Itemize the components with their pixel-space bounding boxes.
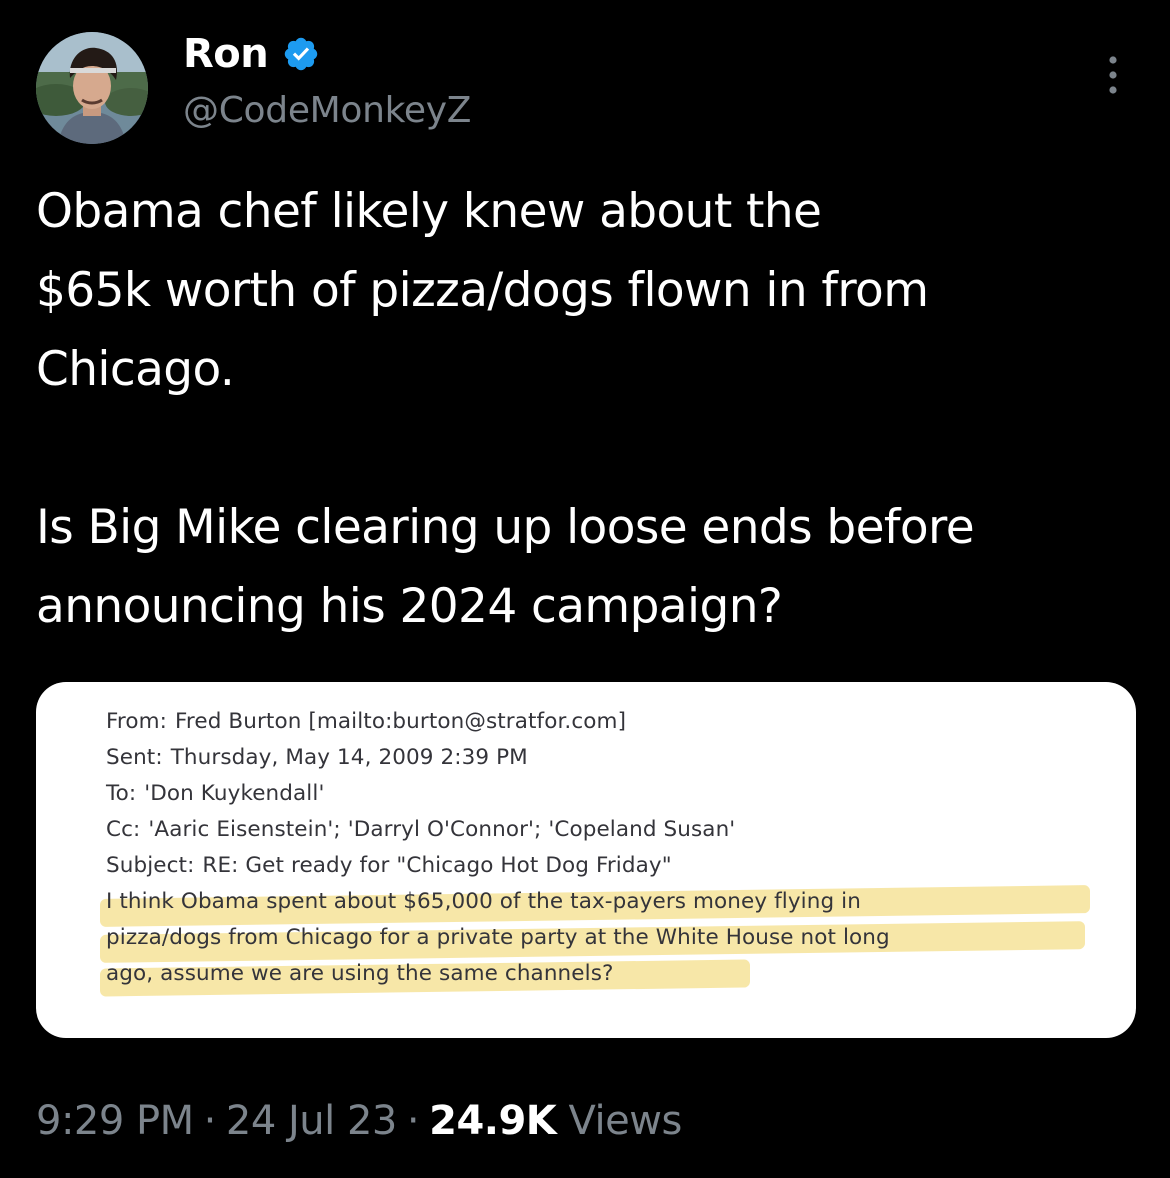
email-subject-row: Subject: RE: Get ready for "Chicago Hot D… [106,848,890,884]
tweet-date[interactable]: 24 Jul 23 [226,1098,398,1144]
views-label[interactable]: Views [569,1098,683,1144]
email-from-row: From: Fred Burton [mailto:burton@stratfor… [106,704,890,740]
email-cc-label: Cc: [106,817,141,842]
avatar[interactable] [36,32,148,144]
tweet-text-line: Chicago. [36,342,235,397]
email-subject-value: RE: Get ready for "Chicago Hot Dog Frida… [202,853,672,878]
email-from-label: From: [106,709,168,734]
email-subject-label: Subject: [106,853,195,878]
tweet-text-line: Is Big Mike clearing up loose ends befor… [36,500,975,555]
separator-dot: · [406,1098,420,1144]
email-screenshot: From: Fred Burton [mailto:burton@stratfor… [100,704,1090,997]
more-vertical-icon [1109,56,1117,94]
tweet-meta: 9:29 PM · 24 Jul 23 · 24.9K Views [36,1098,682,1144]
email-from-value: Fred Burton [mailto:burton@stratfor.com] [175,709,627,734]
separator-dot: · [203,1098,217,1144]
email-body-line: I think Obama spent about $65,000 of the… [100,884,1090,927]
tweet-time[interactable]: 9:29 PM [36,1098,194,1144]
email-sent-row: Sent: Thursday, May 14, 2009 2:39 PM [106,740,890,776]
email-body-line: pizza/dogs from Chicago for a private pa… [100,920,1085,963]
verified-badge-icon [282,35,320,73]
email-sent-label: Sent: [106,745,163,770]
display-name[interactable]: Ron [183,31,269,77]
email-to-row: To: 'Don Kuykendall' [106,776,890,812]
attached-image-card[interactable]: From: Fred Burton [mailto:burton@stratfor… [36,682,1136,1038]
tweet-text-line: announcing his 2024 campaign? [36,579,783,634]
email-to-label: To: [106,781,137,806]
email-body-line: ago, assume we are using the same channe… [100,956,890,997]
more-options-button[interactable] [1098,52,1128,98]
user-handle[interactable]: @CodeMonkeyZ [183,90,471,131]
views-count[interactable]: 24.9K [429,1098,557,1144]
tweet-text-line: Obama chef likely knew about the [36,184,822,239]
tweet-text-line: $65k worth of pizza/dogs flown in from [36,263,929,318]
email-to-value: 'Don Kuykendall' [144,781,325,806]
email-cc-value: 'Aaric Eisenstein'; 'Darryl O'Connor'; '… [148,817,736,842]
email-sent-value: Thursday, May 14, 2009 2:39 PM [170,745,528,770]
author-name-row: Ron [183,26,320,82]
email-cc-row: Cc: 'Aaric Eisenstein'; 'Darryl O'Connor'… [106,812,890,848]
tweet-text: Obama chef likely knew about the $65k wo… [36,172,1146,646]
profile-photo-avatar [36,32,148,144]
